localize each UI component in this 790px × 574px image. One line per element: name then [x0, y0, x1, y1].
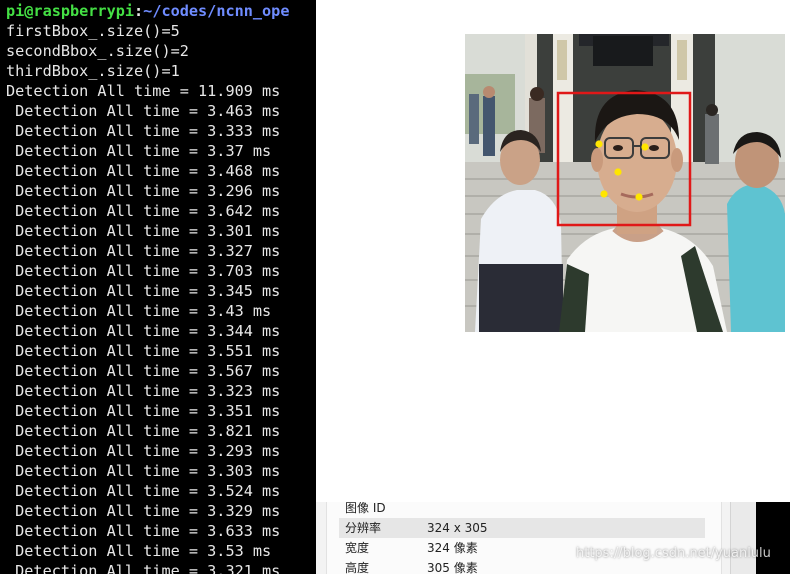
- terminal-prompt: pi@raspberrypi:~/codes/ncnn_ope: [6, 1, 289, 21]
- terminal-output-line: Detection All time = 3.463 ms: [6, 102, 281, 120]
- terminal-output-line: Detection All time = 3.53 ms: [6, 542, 272, 560]
- prompt-user-host: pi@raspberrypi: [6, 2, 135, 20]
- terminal-window[interactable]: pi@raspberrypi:~/codes/ncnn_ope firstBbo…: [0, 0, 316, 574]
- terminal-output-line: Detection All time = 3.327 ms: [6, 242, 281, 260]
- terminal-output-line: Detection All time = 3.468 ms: [6, 162, 281, 180]
- terminal-output-line: Detection All time = 3.703 ms: [6, 262, 281, 280]
- terminal-output-line: Detection All time = 3.344 ms: [6, 322, 281, 340]
- terminal-output-line: Detection All time = 3.37 ms: [6, 142, 272, 160]
- property-row-image-id[interactable]: 图像 ID: [339, 502, 705, 518]
- property-value: 324 像素: [427, 541, 478, 555]
- terminal-output-line: Detection All time = 3.821 ms: [6, 422, 281, 440]
- terminal-output-line: Detection All time = 3.551 ms: [6, 342, 281, 360]
- terminal-output-line: Detection All time = 3.321 ms: [6, 562, 281, 574]
- terminal-output-line: Detection All time = 11.909 ms: [6, 82, 281, 100]
- terminal-output-line: Detection All time = 3.43 ms: [6, 302, 272, 320]
- terminal-output-line: Detection All time = 3.329 ms: [6, 502, 281, 520]
- terminal-output-line: secondBbox_.size()=2: [6, 42, 189, 60]
- terminal-output-line: thirdBbox_.size()=1: [6, 62, 180, 80]
- property-key: 高度: [345, 561, 370, 574]
- watermark-text: https://blog.csdn.net/yuanlulu: [576, 546, 771, 561]
- properties-scrollbar[interactable]: [730, 502, 756, 574]
- terminal-output-line: Detection All time = 3.333 ms: [6, 122, 281, 140]
- prompt-path: ~/codes/ncnn_ope: [143, 2, 290, 20]
- image-properties-panel: 图像 ID 分辨率 324 x 305 宽度 324 像素 高度 305 像素: [316, 502, 756, 574]
- terminal-output-line: Detection All time = 3.296 ms: [6, 182, 281, 200]
- property-key: 分辨率: [345, 521, 382, 535]
- terminal-output-line: Detection All time = 3.642 ms: [6, 202, 281, 220]
- property-value: 324 x 305: [427, 521, 488, 535]
- terminal-output-line: Detection All time = 3.633 ms: [6, 522, 281, 540]
- landmark-left-eye: [595, 140, 603, 148]
- property-key: 图像 ID: [345, 502, 386, 515]
- face-detection-photo: [465, 34, 785, 332]
- prompt-separator: :: [134, 2, 144, 20]
- property-value: 305 像素: [427, 561, 478, 574]
- property-key: 宽度: [345, 541, 370, 555]
- terminal-output-line: Detection All time = 3.524 ms: [6, 482, 281, 500]
- landmark-right-eye: [641, 143, 649, 151]
- landmark-nose: [614, 168, 622, 176]
- property-row-resolution[interactable]: 分辨率 324 x 305: [339, 518, 705, 538]
- terminal-output-line: Detection All time = 3.323 ms: [6, 382, 281, 400]
- landmark-mouth-right: [635, 193, 643, 201]
- terminal-output-line: Detection All time = 3.301 ms: [6, 222, 281, 240]
- terminal-output-line: Detection All time = 3.303 ms: [6, 462, 281, 480]
- landmark-mouth-left: [600, 190, 608, 198]
- terminal-output-line: firstBbox_.size()=5: [6, 22, 180, 40]
- terminal-output-line: Detection All time = 3.351 ms: [6, 402, 281, 420]
- image-viewer-window[interactable]: [316, 0, 790, 502]
- terminal-output-line: Detection All time = 3.345 ms: [6, 282, 281, 300]
- terminal-output-line: Detection All time = 3.567 ms: [6, 362, 281, 380]
- terminal-output-line: Detection All time = 3.293 ms: [6, 442, 281, 460]
- properties-list: 图像 ID 分辨率 324 x 305 宽度 324 像素 高度 305 像素: [326, 502, 722, 574]
